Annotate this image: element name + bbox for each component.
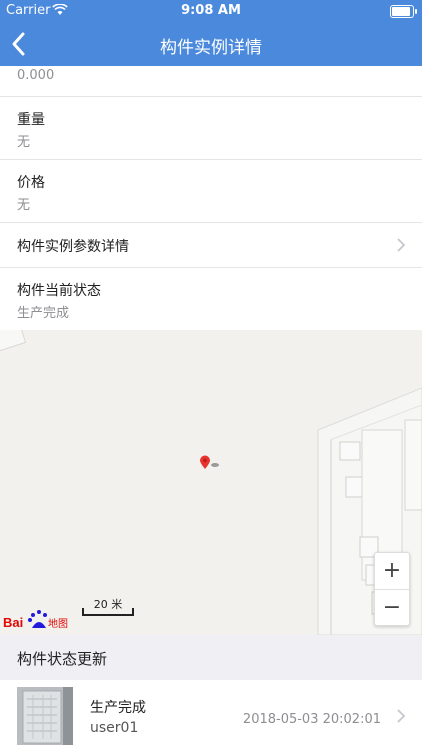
update-time: 2018-05-03 20:02:01 [242, 712, 381, 727]
detail-list: 0.000 重量 无 价格 无 构件实例参数详情 构件当前状态 生产完成 [0, 66, 422, 330]
page-title: 构件实例详情 [160, 38, 262, 58]
map-background [0, 330, 422, 635]
top-value-row: 0.000 [0, 66, 422, 97]
scale-bar-icon [82, 608, 134, 616]
weight-label: 重量 [17, 112, 45, 128]
update-user: user01 [90, 720, 139, 736]
battery-fill [392, 7, 410, 16]
params-row[interactable]: 构件实例参数详情 [0, 223, 422, 268]
map-zoom-control: + − [374, 552, 410, 626]
svg-text:地图: 地图 [48, 617, 68, 630]
status-updates-header: 构件状态更新 [0, 635, 422, 680]
svg-text:Bai: Bai [3, 615, 23, 630]
weight-value: 无 [17, 135, 31, 150]
image-icon [17, 687, 73, 745]
top-value: 0.000 [17, 68, 55, 83]
zoom-out-button[interactable]: − [375, 590, 409, 626]
location-pin-icon[interactable] [199, 455, 221, 475]
map-scale: 20 米 [82, 596, 134, 616]
chevron-right-icon [397, 238, 406, 252]
chevron-right-icon [397, 709, 406, 723]
status-value: 生产完成 [17, 306, 70, 321]
status-label: 构件当前状态 [17, 283, 101, 299]
nav-bar: 构件实例详情 [0, 22, 422, 66]
price-row: 价格 无 [0, 160, 422, 223]
params-label: 构件实例参数详情 [17, 239, 129, 255]
battery-icon [390, 5, 417, 18]
weight-row: 重量 无 [0, 97, 422, 160]
status-updates-title: 构件状态更新 [17, 650, 108, 668]
zoom-in-button[interactable]: + [375, 553, 409, 590]
price-label: 价格 [17, 175, 45, 191]
baidu-logo: Bai 地图 [2, 608, 74, 632]
status-row: 构件当前状态 生产完成 [0, 268, 422, 330]
status-bar: Carrier 9:08 AM [0, 0, 422, 22]
list-item[interactable]: 生产完成 user01 2018-05-03 20:02:01 [0, 680, 422, 750]
status-time: 9:08 AM [181, 3, 241, 18]
price-value: 无 [17, 198, 31, 213]
update-status: 生产完成 [90, 700, 146, 716]
photo-thumbnail [17, 687, 73, 745]
map-view[interactable]: 20 米 Bai 地图 + − [0, 330, 422, 635]
